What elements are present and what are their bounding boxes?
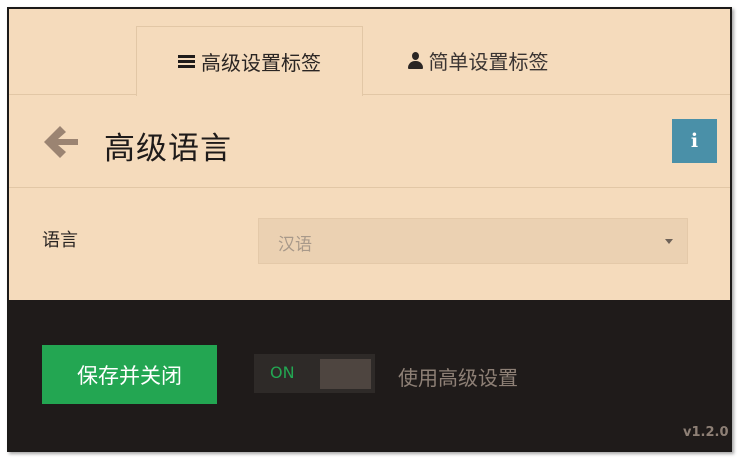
tab-simple-label: 简单设置标签 — [428, 50, 549, 74]
page-title: 高级语言 — [104, 131, 232, 167]
toggle-knob — [320, 359, 371, 389]
info-icon: i — [690, 130, 699, 152]
tab-advanced-settings[interactable]: 高级设置标签 — [136, 26, 363, 96]
toggle-state: ON — [270, 363, 295, 382]
version-label: v1.2.0 — [683, 425, 729, 440]
tab-advanced-label: 高级设置标签 — [201, 51, 321, 75]
language-label: 语言 — [42, 230, 78, 251]
tab-simple-settings[interactable]: 简单设置标签 — [363, 26, 593, 95]
user-icon — [407, 52, 423, 69]
info-button[interactable]: i — [672, 119, 717, 163]
language-row: 语言 汉语 — [9, 188, 730, 300]
footer: 保存并关闭 ON 使用高级设置 v1.2.0 — [9, 300, 730, 450]
back-arrow-icon[interactable] — [42, 124, 80, 160]
save-and-close-button[interactable]: 保存并关闭 — [42, 345, 217, 404]
language-select[interactable]: 汉语 — [258, 218, 688, 264]
page-header: 高级语言 i — [9, 95, 730, 188]
chevron-down-icon — [665, 239, 673, 244]
advanced-settings-toggle[interactable]: ON — [254, 354, 375, 393]
language-select-value: 汉语 — [278, 235, 312, 255]
hamburger-icon — [178, 54, 195, 69]
toggle-label: 使用高级设置 — [398, 366, 518, 390]
settings-window: 高级设置标签 简单设置标签 高级语言 i 语言 汉语 保存并关闭 ON 使用高级 — [7, 7, 732, 452]
tab-bar: 高级设置标签 简单设置标签 — [9, 9, 730, 96]
